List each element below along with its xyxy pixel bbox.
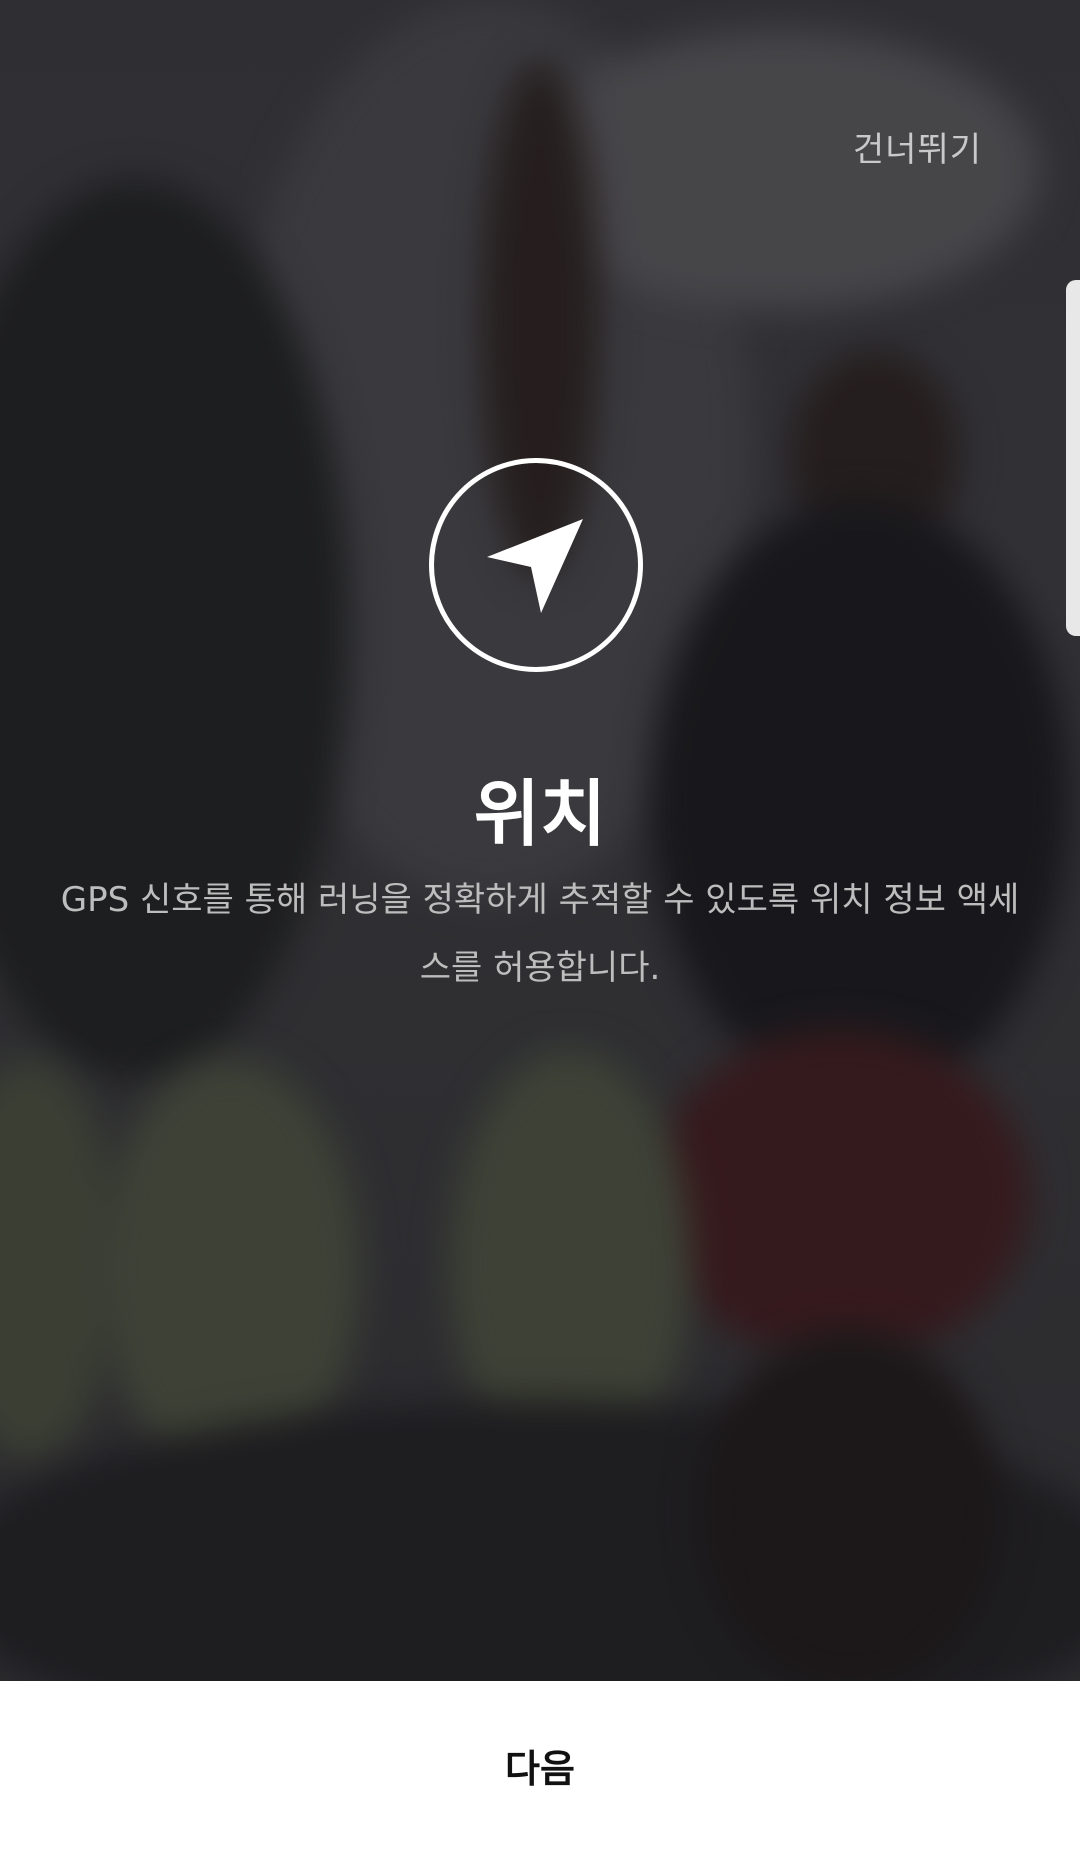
location-arrow-icon xyxy=(487,519,583,613)
permission-description: GPS 신호를 통해 러닝을 정확하게 추적할 수 있도록 위치 정보 액세스를… xyxy=(60,880,1020,988)
page-title: 위치 xyxy=(473,772,607,856)
edge-panel-handle[interactable] xyxy=(1066,280,1080,636)
bottom-bar: 다음 xyxy=(0,1681,1080,1849)
onboarding-screen: 건너뛰기 위치 GPS 신호를 통해 러닝을 정확하게 추적할 수 있도록 위치… xyxy=(0,0,1080,1849)
location-icon-circle xyxy=(429,458,643,672)
skip-button[interactable]: 건너뛰기 xyxy=(853,122,982,171)
next-button[interactable]: 다음 xyxy=(0,1681,1080,1849)
